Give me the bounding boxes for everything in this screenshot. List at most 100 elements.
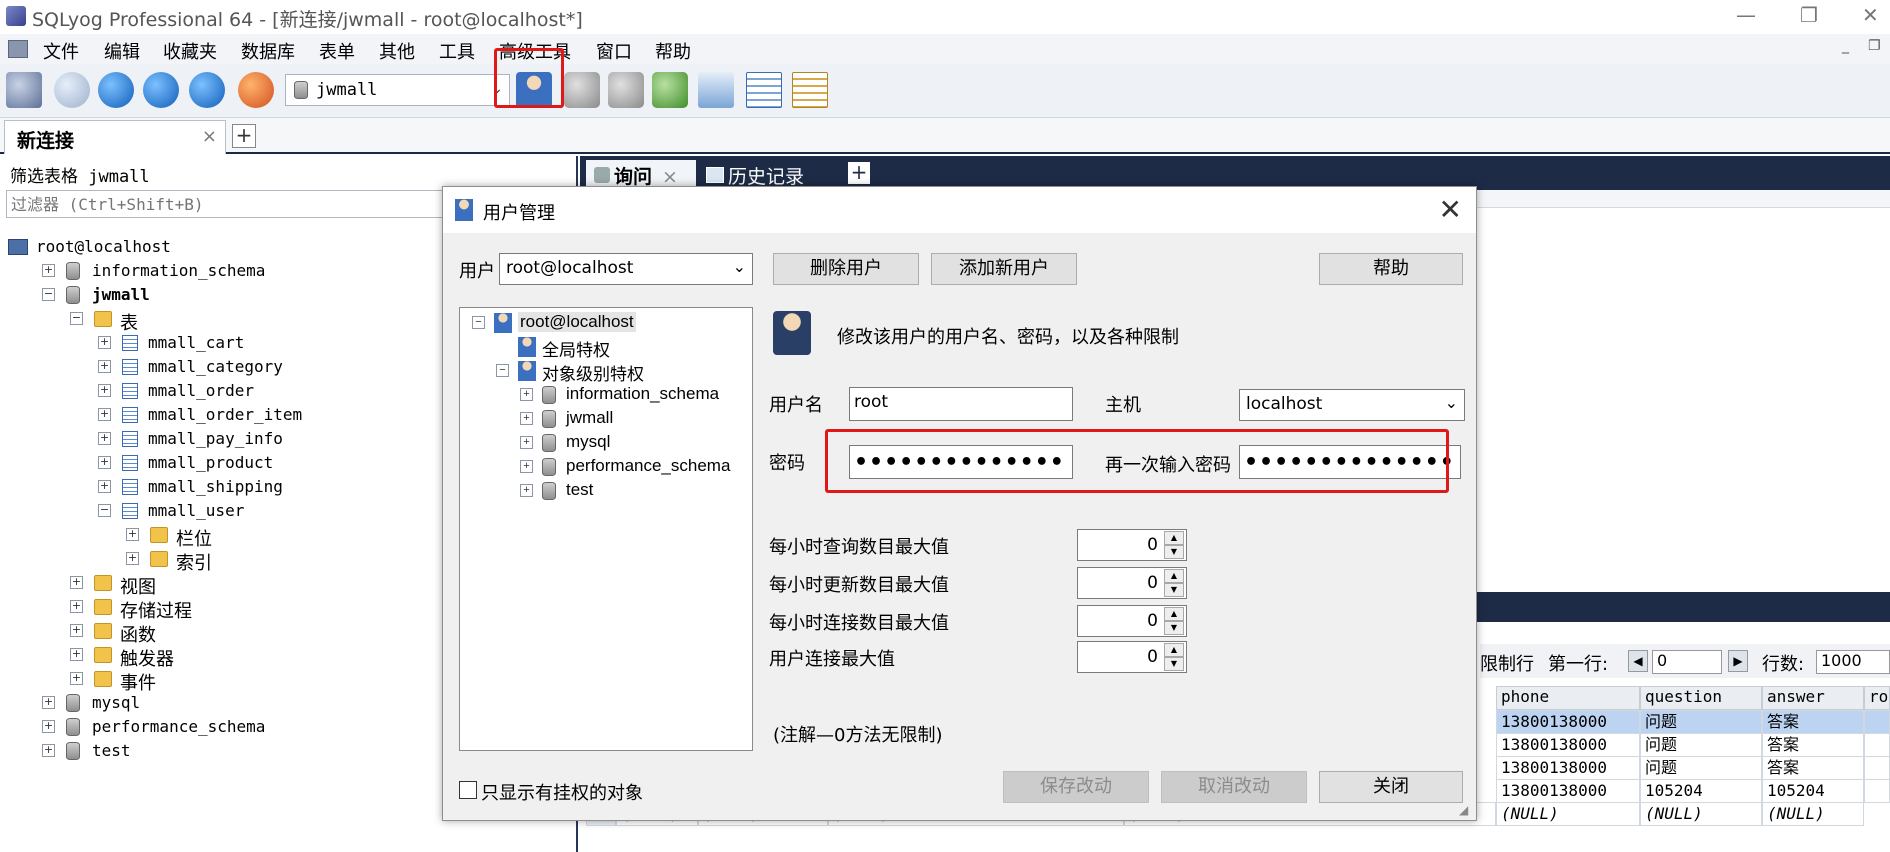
new-row-cell[interactable]: (NULL) [1496, 802, 1640, 826]
menu-database[interactable]: 数据库 [241, 38, 295, 64]
expand-icon[interactable]: + [98, 480, 111, 493]
new-connection-icon[interactable] [6, 72, 42, 108]
menu-tools[interactable]: 工具 [439, 38, 475, 64]
expand-icon[interactable]: + [70, 576, 83, 589]
limit-stepper[interactable]: 0 ▲ ▼ [1077, 529, 1187, 561]
grid-cell[interactable]: 105204 [1762, 779, 1864, 803]
grid-cell[interactable] [1864, 779, 1890, 803]
mdi-restore-icon[interactable]: ❐ [1868, 38, 1881, 54]
backup-icon[interactable] [608, 72, 644, 108]
restore-icon[interactable]: ❐ [1800, 3, 1818, 27]
grid-cell[interactable] [1864, 733, 1890, 757]
close-icon[interactable]: × [662, 166, 678, 188]
stepper-down-icon[interactable]: ▼ [1164, 657, 1184, 671]
grid-cell[interactable]: 答案 [1762, 756, 1864, 780]
expand-icon[interactable]: + [520, 388, 533, 401]
help-button[interactable]: 帮助 [1319, 253, 1463, 285]
new-row-cell[interactable]: (NULL) [1640, 802, 1762, 826]
cancel-changes-button[interactable]: 取消改动 [1161, 771, 1307, 803]
collapse-icon[interactable]: − [472, 316, 485, 329]
save-changes-button[interactable]: 保存改动 [1003, 771, 1149, 803]
sync-icon[interactable] [698, 72, 734, 108]
limit-stepper[interactable]: 0 ▲ ▼ [1077, 567, 1187, 599]
grid-cell[interactable]: 问题 [1640, 733, 1762, 757]
grid-cell[interactable]: 13800138000 [1496, 733, 1640, 757]
delete-user-button[interactable]: 删除用户 [773, 253, 919, 285]
stepper-down-icon[interactable]: ▼ [1164, 545, 1184, 559]
menu-window[interactable]: 窗口 [596, 38, 632, 64]
stepper-up-icon[interactable]: ▲ [1164, 643, 1184, 657]
dialog-close-icon[interactable]: ✕ [1439, 193, 1462, 226]
stepper-up-icon[interactable]: ▲ [1164, 531, 1184, 545]
expand-icon[interactable]: + [42, 720, 55, 733]
expand-icon[interactable]: + [520, 412, 533, 425]
new-query-icon[interactable] [54, 72, 90, 108]
collapse-icon[interactable]: − [42, 288, 55, 301]
menu-favorites[interactable]: 收藏夹 [163, 38, 217, 64]
expand-icon[interactable]: + [520, 484, 533, 497]
execute-icon[interactable] [98, 72, 134, 108]
expand-icon[interactable]: + [98, 408, 111, 421]
add-user-button[interactable]: 添加新用户 [931, 253, 1077, 285]
stepper-up-icon[interactable]: ▲ [1164, 607, 1184, 621]
limit-stepper[interactable]: 0 ▲ ▼ [1077, 641, 1187, 673]
grid-column-header[interactable]: phone [1496, 686, 1640, 710]
grid-cell[interactable]: 答案 [1762, 733, 1864, 757]
close-dialog-button[interactable]: 关闭 [1319, 771, 1463, 803]
new-row-cell[interactable]: (NULL) [1762, 802, 1864, 826]
grid-column-header[interactable]: ro [1864, 686, 1890, 710]
expand-icon[interactable]: + [70, 600, 83, 613]
expand-icon[interactable]: + [126, 552, 139, 565]
stepper-down-icon[interactable]: ▼ [1164, 583, 1184, 597]
rows-input[interactable]: 1000 [1816, 650, 1890, 674]
menu-file[interactable]: 文件 [43, 38, 79, 64]
expand-icon[interactable]: + [42, 744, 55, 757]
close-icon[interactable]: × [202, 126, 217, 147]
menu-table[interactable]: 表单 [319, 38, 355, 64]
grid-cell[interactable]: 105204 [1640, 779, 1762, 803]
menu-edit[interactable]: 编辑 [104, 38, 140, 64]
menu-other[interactable]: 其他 [379, 38, 415, 64]
show-privileged-checkbox[interactable] [459, 781, 477, 799]
expand-icon[interactable]: + [42, 264, 55, 277]
first-row-input[interactable]: 0 [1652, 650, 1722, 674]
add-tab-icon[interactable]: + [848, 162, 870, 184]
collapse-icon[interactable]: − [496, 364, 509, 377]
stepper-down-icon[interactable]: ▼ [1164, 621, 1184, 635]
user-select[interactable]: root@localhost ⌄ [499, 253, 753, 285]
expand-icon[interactable]: + [520, 436, 533, 449]
expand-icon[interactable]: + [70, 672, 83, 685]
expand-icon[interactable]: + [98, 384, 111, 397]
window-menu-icon[interactable] [8, 40, 28, 58]
add-connection-icon[interactable]: + [232, 124, 256, 148]
expand-icon[interactable]: + [126, 528, 139, 541]
expand-icon[interactable]: + [98, 456, 111, 469]
expand-icon[interactable]: + [70, 648, 83, 661]
limit-stepper[interactable]: 0 ▲ ▼ [1077, 605, 1187, 637]
mdi-minimize-icon[interactable]: _ [1842, 38, 1849, 54]
grid-column-header[interactable]: question [1640, 686, 1762, 710]
stop-icon[interactable] [189, 72, 225, 108]
host-select[interactable]: localhost ⌄ [1239, 389, 1465, 421]
prev-page-icon[interactable]: ◀ [1628, 650, 1648, 672]
grid-column-header[interactable]: answer [1762, 686, 1864, 710]
table-data-icon[interactable] [746, 72, 782, 108]
menu-help[interactable]: 帮助 [655, 38, 691, 64]
expand-icon[interactable]: + [42, 696, 55, 709]
expand-icon[interactable]: + [98, 336, 111, 349]
close-window-icon[interactable]: ✕ [1862, 3, 1879, 27]
expand-icon[interactable]: + [520, 460, 533, 473]
stepper-up-icon[interactable]: ▲ [1164, 569, 1184, 583]
next-page-icon[interactable]: ▶ [1728, 650, 1748, 672]
expand-icon[interactable]: + [98, 432, 111, 445]
grid-cell[interactable]: 13800138000 [1496, 779, 1640, 803]
grid-cell[interactable] [1864, 756, 1890, 780]
refresh-icon[interactable] [238, 72, 274, 108]
expand-icon[interactable]: + [70, 624, 83, 637]
execute-all-icon[interactable] [143, 72, 179, 108]
grid-cell[interactable] [1864, 710, 1890, 734]
restore-db-icon[interactable] [652, 72, 688, 108]
grid-cell[interactable]: 答案 [1762, 710, 1864, 734]
collapse-icon[interactable]: − [70, 312, 83, 325]
username-field[interactable]: root [849, 387, 1073, 421]
